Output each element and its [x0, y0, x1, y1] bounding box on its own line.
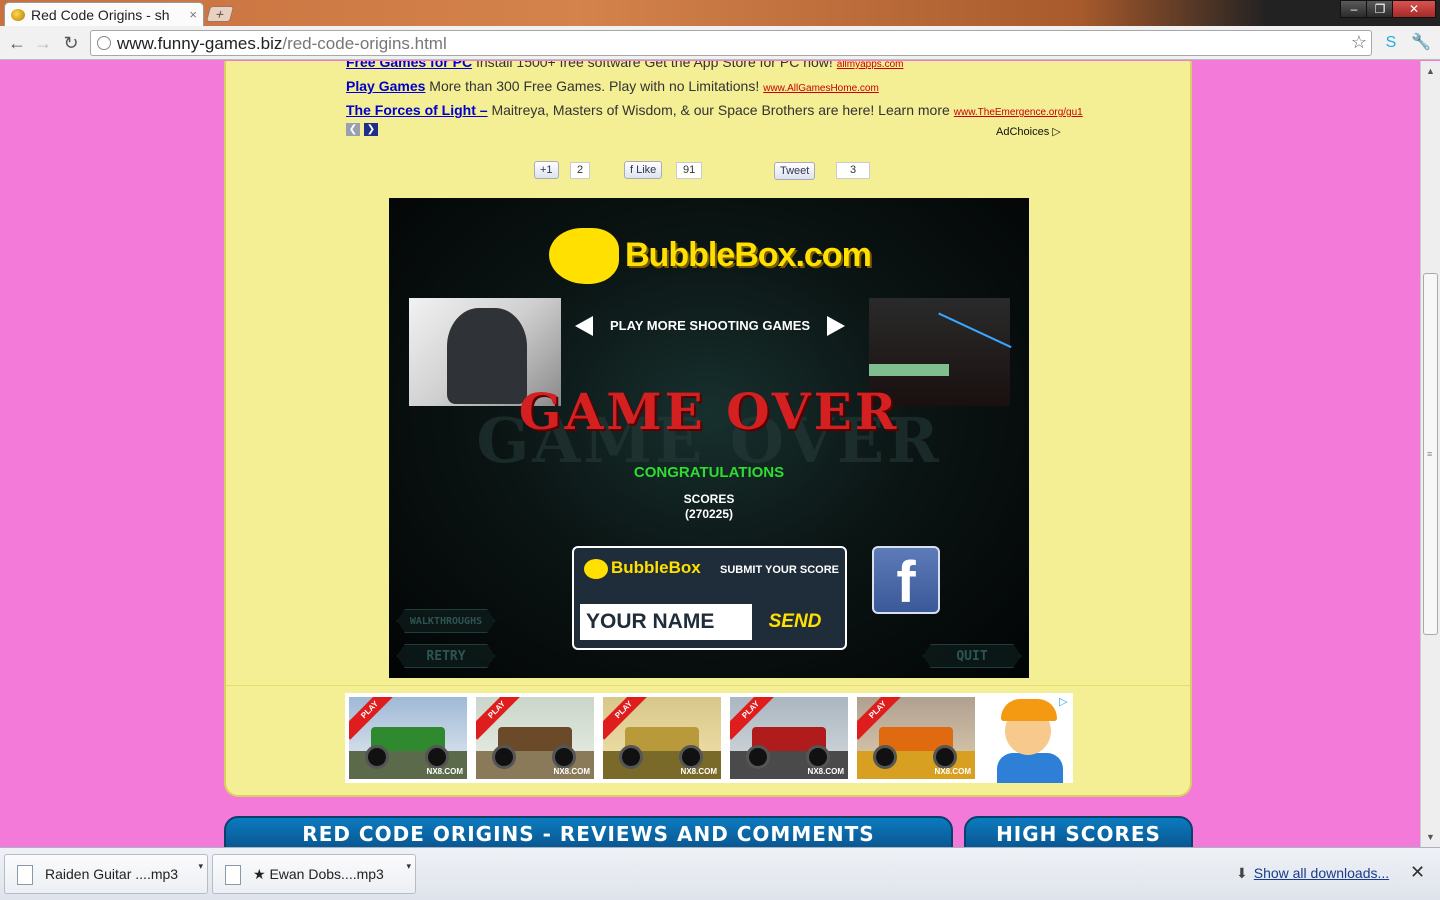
- new-tab-icon[interactable]: +: [205, 6, 235, 22]
- download-item[interactable]: ★ Ewan Dobs....mp3 ▾: [212, 854, 416, 894]
- forward-icon[interactable]: →: [32, 32, 54, 54]
- ad-info-icon[interactable]: ▷: [1059, 695, 1071, 708]
- gplus-count: 2: [570, 162, 591, 179]
- tweet-button[interactable]: Tweet: [774, 162, 816, 180]
- address-bar[interactable]: www.funny-games.biz/red-code-origins.htm…: [90, 30, 1372, 56]
- arrow-right-icon[interactable]: [827, 316, 845, 336]
- back-icon[interactable]: ←: [6, 32, 28, 54]
- scroll-thumb[interactable]: ≡: [1423, 273, 1438, 635]
- quit-button[interactable]: QUIT: [923, 644, 1021, 668]
- ad-game-thumb[interactable]: PLAY NX8.COM: [349, 697, 467, 779]
- ad-line: Free Games for PC Install 1500+ free sof…: [346, 61, 903, 70]
- like-count: 91: [676, 162, 703, 179]
- maximize-icon[interactable]: ❐: [1366, 0, 1394, 18]
- ad-line: The Forces of Light – Maitreya, Masters …: [346, 102, 1083, 118]
- play-more-label[interactable]: PLAY MORE SHOOTING GAMES: [575, 314, 845, 338]
- audio-file-icon: [17, 865, 33, 885]
- ad-game-thumb[interactable]: PLAY NX8.COM: [730, 697, 848, 779]
- submit-label: SUBMIT YOUR SCORE: [720, 564, 839, 576]
- download-arrow-icon: ⬇: [1236, 865, 1248, 881]
- game-ad-banner[interactable]: PLAY NX8.COM PLAY NX8.COM PLAY NX8.COM P…: [345, 693, 1073, 783]
- ad-next-icon[interactable]: ❯: [364, 123, 378, 136]
- favicon-icon: [11, 8, 25, 21]
- show-all-downloads-link[interactable]: ⬇ Show all downloads...: [1236, 865, 1389, 882]
- audio-file-icon: [225, 865, 241, 885]
- minimize-icon[interactable]: –: [1340, 0, 1368, 18]
- divider: [226, 685, 1190, 686]
- ad-prev-icon[interactable]: ❮: [346, 123, 360, 136]
- tab-title: Red Code Origins - sh: [31, 6, 170, 23]
- reload-icon[interactable]: ↻: [60, 32, 82, 54]
- walkthroughs-button[interactable]: WALKTHROUGHS: [397, 609, 495, 633]
- browser-tab[interactable]: Red Code Origins - sh ×: [4, 2, 204, 26]
- congratulations-text: CONGRATULATIONS: [633, 464, 785, 481]
- caret-down-icon[interactable]: ▾: [406, 861, 411, 872]
- name-input[interactable]: [580, 604, 752, 640]
- window-titlebar: Red Code Origins - sh × + – ❐ ✕: [0, 0, 1440, 26]
- scroll-down-icon[interactable]: ▼: [1421, 829, 1440, 845]
- bubblebox-mascot-icon: [549, 228, 619, 284]
- wrench-icon[interactable]: 🔧: [1410, 32, 1432, 54]
- ad-link[interactable]: Play Games: [346, 78, 425, 94]
- game-canvas[interactable]: BubbleBox.com PLAY MORE SHOOTING GAMES G…: [389, 198, 1029, 678]
- ad-link[interactable]: The Forces of Light –: [346, 102, 488, 118]
- star-icon[interactable]: ☆: [1351, 32, 1367, 53]
- ad-mascot[interactable]: ▷: [975, 693, 1073, 783]
- caret-down-icon[interactable]: ▾: [198, 861, 203, 872]
- ad-line: Play Games More than 300 Free Games. Pla…: [346, 78, 879, 94]
- facebook-icon[interactable]: f: [872, 546, 940, 615]
- close-icon[interactable]: ×: [189, 7, 197, 22]
- submit-logo: BubbleBox: [584, 558, 701, 579]
- vertical-scrollbar[interactable]: ▲ ≡ ▼: [1420, 61, 1440, 847]
- window-close-icon[interactable]: ✕: [1392, 0, 1436, 18]
- scroll-up-icon[interactable]: ▲: [1421, 63, 1440, 79]
- ad-game-thumb[interactable]: PLAY NX8.COM: [476, 697, 594, 779]
- score-display: SCORES (270225): [683, 492, 735, 521]
- bubblebox-mascot-icon: [584, 558, 608, 579]
- tweet-count: 3: [836, 162, 870, 179]
- bubblebox-logo[interactable]: BubbleBox.com: [549, 228, 872, 284]
- reviews-header: RED CODE ORIGINS - REVIEWS AND COMMENTS: [224, 816, 953, 847]
- ad-game-thumb[interactable]: PLAY NX8.COM: [603, 697, 721, 779]
- skype-icon[interactable]: S: [1380, 32, 1402, 54]
- download-shelf: Raiden Guitar ....mp3 ▾ ★ Ewan Dobs....m…: [0, 847, 1440, 900]
- ad-game-thumb[interactable]: PLAY NX8.COM: [857, 697, 975, 779]
- submit-score-box: BubbleBox SUBMIT YOUR SCORE SEND: [572, 546, 847, 650]
- like-button[interactable]: f Like: [624, 161, 663, 179]
- page-viewport: Free Games for PC Install 1500+ free sof…: [0, 61, 1420, 847]
- game-over-title: GAME OVER: [518, 382, 900, 441]
- download-item[interactable]: Raiden Guitar ....mp3 ▾: [4, 854, 208, 894]
- browser-toolbar: ← → ↻ www.funny-games.biz/red-code-origi…: [0, 26, 1440, 60]
- send-button[interactable]: SEND: [752, 604, 838, 640]
- highscores-header: HIGH SCORES: [964, 816, 1193, 847]
- retry-button[interactable]: RETRY: [397, 644, 495, 668]
- url-text: www.funny-games.biz/red-code-origins.htm…: [117, 34, 447, 53]
- gplus-button[interactable]: +1: [534, 161, 559, 179]
- globe-icon: [97, 36, 111, 50]
- ad-link[interactable]: Free Games for PC: [346, 61, 472, 70]
- adchoices-link[interactable]: AdChoices ▷: [996, 125, 1061, 138]
- close-shelf-icon[interactable]: ✕: [1410, 862, 1425, 883]
